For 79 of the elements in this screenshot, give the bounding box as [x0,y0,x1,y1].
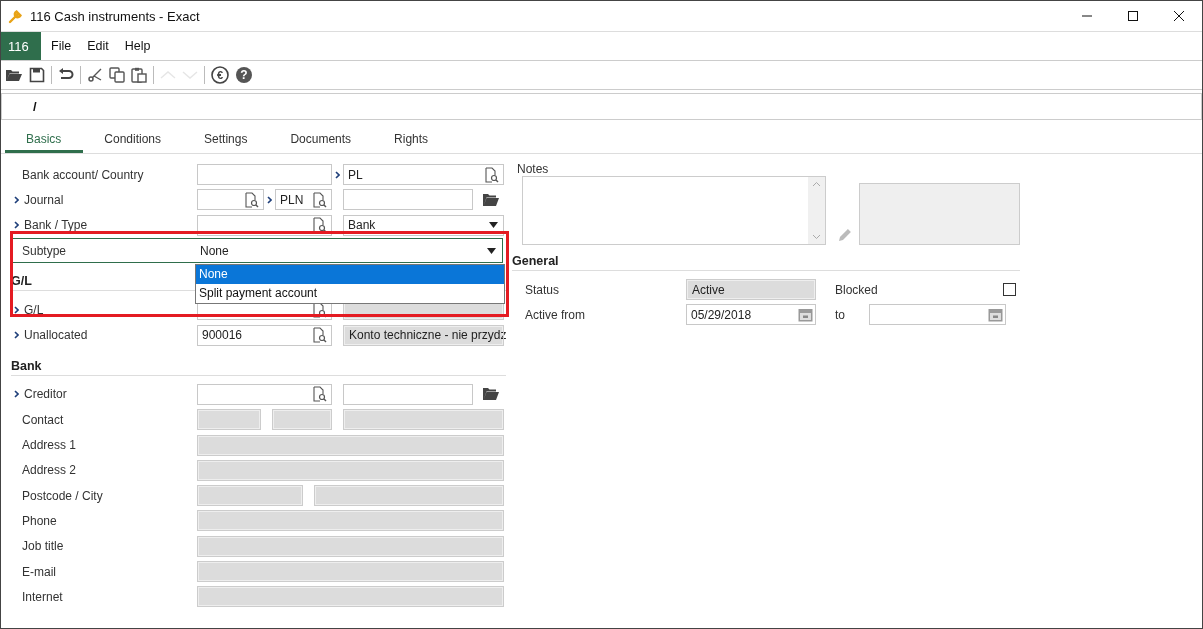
menu-item[interactable]: Help [124,39,151,53]
path-field[interactable]: / [1,93,1202,120]
search-icon[interactable] [313,301,327,318]
chevron-icon[interactable] [14,305,19,314]
chevron-icon[interactable] [14,195,19,204]
field-label: Bank / Type [24,218,88,233]
folder-icon [5,67,23,83]
lookup-field[interactable]: PLN [275,189,332,211]
lookup-field[interactable] [197,214,332,236]
field-label: Journal [24,192,64,207]
field-label: to [835,307,846,322]
dropdown-option[interactable]: Split payment account [196,284,504,304]
field-label: Notes [516,162,550,175]
field-label: Bank account/ Country [22,167,144,182]
field-label: Contact [22,412,64,427]
tab[interactable]: Basics [5,127,84,153]
menu-item[interactable]: Edit [87,39,109,53]
module-badge[interactable]: 116 [1,32,41,60]
calendar-icon[interactable] [798,307,813,322]
chevron-icon[interactable] [335,170,340,179]
readonly-field: Active [686,279,816,300]
chevron-icon[interactable] [14,390,19,399]
readonly-field [272,409,332,431]
tab[interactable]: Rights [373,127,451,153]
dropdown-field[interactable]: Bank [343,214,504,236]
field-label: Blocked [835,282,878,297]
chevron-icon[interactable] [14,221,19,230]
search-icon[interactable] [313,217,327,234]
lookup-field[interactable] [197,383,332,405]
wrench-icon [8,8,24,24]
field-label: Creditor [24,387,67,402]
field-label: Subtype [22,243,67,258]
section-heading: Bank [11,347,506,376]
search-icon[interactable] [485,166,499,183]
search-icon[interactable] [313,386,327,403]
close-icon [1174,11,1184,21]
date-field[interactable]: 05/29/2018 [686,304,816,325]
readonly-field [197,409,261,431]
field-label: Status [524,282,561,297]
field-label: Unallocated [24,328,88,343]
readonly-field: Konto techniczne - nie przydz [343,324,504,346]
field-label: Address 2 [22,463,77,478]
tab[interactable]: Settings [183,127,270,153]
menu-item[interactable]: File [51,39,72,53]
calendar-icon[interactable] [988,307,1003,322]
window-title: 116 Cash instruments - Exact [30,8,200,24]
field-label: G/L [24,302,44,317]
lookup-field[interactable]: 900016 [197,324,332,346]
field-label: Internet [22,589,63,604]
chevron-icon[interactable] [14,331,19,340]
field-label: Postcode / City [22,488,103,503]
maximize-icon [1128,11,1138,21]
folder-icon[interactable] [482,192,500,207]
input-field[interactable] [197,164,332,186]
caret-icon[interactable] [487,247,496,254]
lookup-field[interactable]: PL [343,164,504,186]
search-icon[interactable] [245,191,259,208]
tab[interactable]: Documents [269,127,374,153]
folder-icon[interactable] [482,387,500,402]
input-field[interactable] [343,383,473,405]
caret-icon[interactable] [489,222,498,229]
field-label: Active from [524,307,586,322]
field-label: Phone [22,513,57,528]
search-icon[interactable] [313,327,327,344]
search-icon[interactable] [313,191,327,208]
tab[interactable]: Conditions [83,127,184,153]
euro-button[interactable]: € [208,63,232,87]
help-button[interactable]: ? [232,63,256,87]
input-field[interactable] [343,189,473,211]
section-heading: General [512,251,1020,271]
chevron-icon[interactable] [267,195,272,204]
lookup-field[interactable] [197,189,264,211]
field-label: Job title [22,539,64,554]
date-field[interactable] [869,304,1006,325]
field-label: E-mail [22,564,56,579]
checkbox[interactable] [1003,283,1016,296]
dropdown-field[interactable]: None [195,240,502,262]
field-label: Address 1 [22,438,77,452]
dropdown-option[interactable]: None [196,265,504,285]
